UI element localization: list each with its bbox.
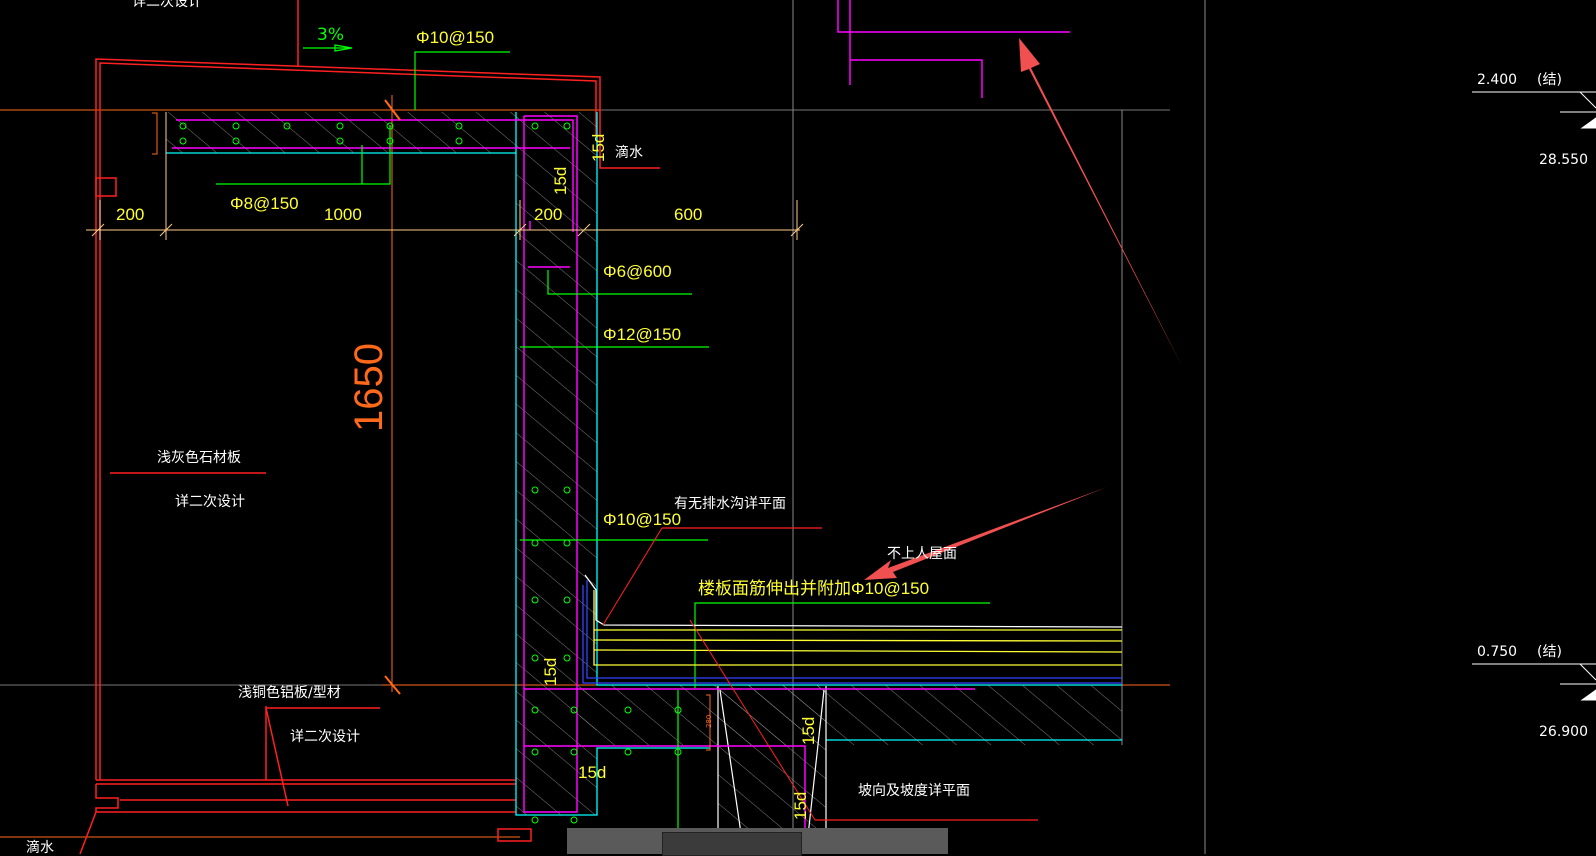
anchor-15d: 15d: [541, 658, 560, 686]
roof-layers: [582, 527, 1123, 821]
bottom-drip: 滴水: [26, 839, 54, 854]
elevation-upper: 2.400 (结) 28.550: [1477, 72, 1588, 168]
gutter-note: 有无排水沟详平面: [674, 496, 786, 512]
rebar-wall-2: Φ12@150: [603, 325, 681, 344]
dim-280: 280: [705, 715, 713, 728]
dim-1650: 1650: [347, 343, 391, 432]
stone-note: 详二次设计: [175, 494, 245, 510]
elevation-absolute: 26.900: [1539, 724, 1588, 740]
annotation-arrows: [864, 38, 1183, 580]
rebar-top-slab: Φ10@150: [416, 28, 494, 47]
anchor-15d: 15d: [578, 763, 606, 782]
dim-600: 600: [674, 205, 702, 224]
stone-label: 浅灰色石材板: [157, 449, 241, 466]
elevation-relative: 2.400: [1477, 72, 1517, 88]
anchor-15d: 15d: [589, 134, 608, 162]
elevation-relative: 0.750: [1477, 644, 1517, 660]
rebar-wall-1: Φ6@600: [603, 262, 672, 281]
anchor-15d: 15d: [791, 792, 810, 820]
elevation-tag: (结): [1537, 72, 1562, 88]
arrow-top: [1019, 38, 1183, 368]
rebar-bottom-slab: Φ8@150: [230, 194, 299, 213]
cad-drawing[interactable]: 详二次设计 3% Φ10@150 Φ8@150 15d 15d 滴水 200 1…: [0, 0, 1596, 854]
command-bar[interactable]: [567, 828, 948, 856]
rebar-wall-3: Φ10@150: [603, 510, 681, 529]
slope-note: 坡向及坡度详平面: [858, 783, 970, 799]
roof-type: 不上人屋面: [887, 546, 957, 562]
elevation-absolute: 28.550: [1539, 152, 1588, 168]
anchor-15d: 15d: [551, 167, 570, 195]
slope-label: 3%: [317, 25, 344, 45]
elevation-tag: (结): [1537, 644, 1562, 660]
drip-label: 滴水: [615, 144, 643, 161]
elevation-markers: [1472, 91, 1596, 701]
anchor-15d: 15d: [799, 717, 818, 745]
top-note: 详二次设计: [132, 0, 202, 10]
dim-1000: 1000: [324, 205, 362, 224]
slab-note: 楼板面筋伸出并附加Φ10@150: [698, 579, 929, 598]
arrow-middle: [864, 487, 1107, 580]
alu-note: 详二次设计: [290, 729, 360, 745]
dim-200-wall: 200: [534, 205, 562, 224]
alu-label: 浅铜色铝板/型材: [238, 684, 341, 701]
elevation-lower: 0.750 (结) 26.900: [1477, 644, 1588, 740]
dim-200-left: 200: [116, 205, 144, 224]
command-input[interactable]: [662, 832, 802, 856]
